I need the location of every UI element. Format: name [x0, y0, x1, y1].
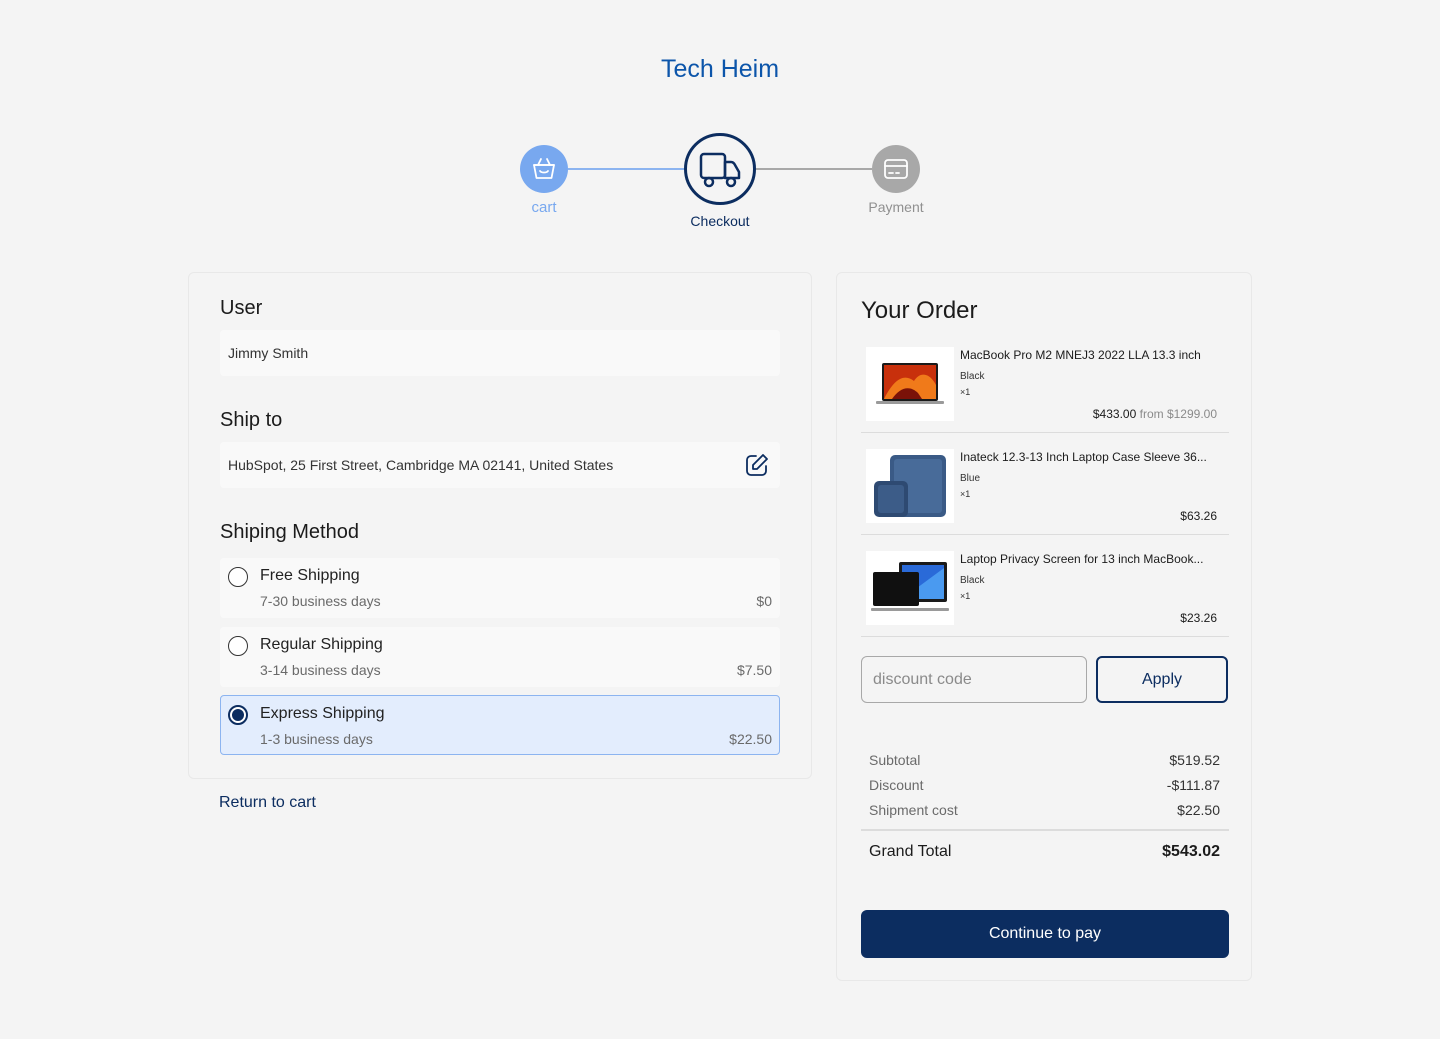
shipping-price: $0 — [756, 593, 772, 609]
return-to-cart-link[interactable]: Return to cart — [219, 794, 316, 812]
laptop-image — [866, 347, 954, 421]
summary-value: $519.52 — [1169, 752, 1220, 768]
shipping-days: 7-30 business days — [260, 593, 381, 609]
shipping-name: Free Shipping — [260, 567, 360, 584]
shipping-days: 3-14 business days — [260, 662, 381, 678]
shipping-name: Express Shipping — [260, 705, 385, 722]
ship-to-title: Ship to — [220, 409, 283, 431]
summary-label: Discount — [869, 777, 924, 793]
grand-total: Grand Total $543.02 — [869, 843, 1220, 861]
grand-total-label: Grand Total — [869, 843, 952, 860]
item-qty: ×1 — [960, 489, 971, 499]
shipping-method-title: Shiping Method — [220, 521, 359, 543]
truck-icon — [684, 133, 756, 205]
item-original-price: from $1299.00 — [1139, 407, 1217, 421]
order-item[interactable]: Inateck 12.3-13 Inch Laptop Case Sleeve … — [861, 449, 1229, 535]
item-price: $63.26 — [1180, 509, 1217, 523]
item-qty: ×1 — [960, 387, 971, 397]
summary-discount: Discount -$111.87 — [869, 777, 1220, 793]
order-item[interactable]: Laptop Privacy Screen for 13 inch MacBoo… — [861, 551, 1229, 637]
order-item[interactable]: MacBook Pro M2 MNEJ3 2022 LLA 13.3 inch … — [861, 347, 1229, 433]
discount-code-input[interactable]: discount code — [861, 656, 1087, 703]
item-color: Black — [960, 371, 985, 382]
checkout-panel: User Jimmy Smith Ship to HubSpot, 25 Fir… — [188, 272, 812, 779]
basket-icon — [520, 145, 568, 193]
item-price: $23.26 — [1180, 611, 1217, 625]
stepper-line-done — [568, 168, 684, 170]
shipping-option-free[interactable]: Free Shipping 7-30 business days $0 — [220, 558, 780, 618]
edit-icon[interactable] — [744, 452, 770, 478]
shipping-option-express[interactable]: Express Shipping 1-3 business days $22.5… — [220, 695, 780, 755]
ship-to-field[interactable]: HubSpot, 25 First Street, Cambridge MA 0… — [220, 442, 780, 488]
continue-to-pay-button[interactable]: Continue to pay — [861, 910, 1229, 958]
item-price-value: $433.00 — [1092, 407, 1137, 421]
summary-value: $22.50 — [1177, 802, 1220, 818]
summary-value: -$111.87 — [1166, 777, 1220, 793]
step-payment-label: Payment — [868, 199, 924, 215]
shipping-name: Regular Shipping — [260, 636, 383, 653]
item-name: Laptop Privacy Screen for 13 inch MacBoo… — [960, 552, 1204, 566]
summary-shipment: Shipment cost $22.50 — [869, 802, 1220, 818]
ship-to-address: HubSpot, 25 First Street, Cambridge MA 0… — [228, 457, 614, 473]
shipping-price: $22.50 — [729, 731, 772, 747]
step-checkout-label: Checkout — [690, 213, 750, 229]
summary-subtotal: Subtotal $519.52 — [869, 752, 1220, 768]
grand-total-value: $543.02 — [1162, 843, 1220, 860]
item-price: $433.00 from $1299.00 — [1093, 407, 1217, 421]
item-color: Blue — [960, 473, 981, 484]
apply-button[interactable]: Apply — [1096, 656, 1228, 703]
privacy-screen-image — [866, 551, 954, 625]
step-checkout[interactable]: Checkout — [670, 133, 770, 229]
user-title: User — [220, 297, 263, 319]
summary-divider — [861, 829, 1229, 831]
radio-regular[interactable] — [228, 636, 248, 656]
order-title: Your Order — [861, 297, 978, 324]
step-cart[interactable]: cart — [504, 145, 584, 216]
brand-logo[interactable]: Tech Heim — [0, 55, 1440, 84]
shipping-price: $7.50 — [736, 662, 772, 678]
item-name: MacBook Pro M2 MNEJ3 2022 LLA 13.3 inch — [960, 348, 1201, 362]
step-payment[interactable]: Payment — [846, 145, 946, 215]
radio-express[interactable] — [228, 705, 248, 725]
user-field[interactable]: Jimmy Smith — [220, 330, 780, 376]
summary-label: Shipment cost — [869, 802, 958, 818]
summary-label: Subtotal — [869, 752, 921, 768]
item-qty: ×1 — [960, 591, 971, 601]
radio-free[interactable] — [228, 567, 248, 587]
item-name: Inateck 12.3-13 Inch Laptop Case Sleeve … — [960, 450, 1207, 464]
order-panel: Your Order MacBook Pro M2 MNEJ3 2022 LLA… — [836, 272, 1252, 981]
item-color: Black — [960, 575, 985, 586]
card-icon — [872, 145, 920, 193]
step-cart-label: cart — [531, 199, 557, 216]
shipping-option-regular[interactable]: Regular Shipping 3-14 business days $7.5… — [220, 627, 780, 687]
laptop-sleeve-image — [866, 449, 954, 523]
shipping-days: 1-3 business days — [260, 731, 373, 747]
